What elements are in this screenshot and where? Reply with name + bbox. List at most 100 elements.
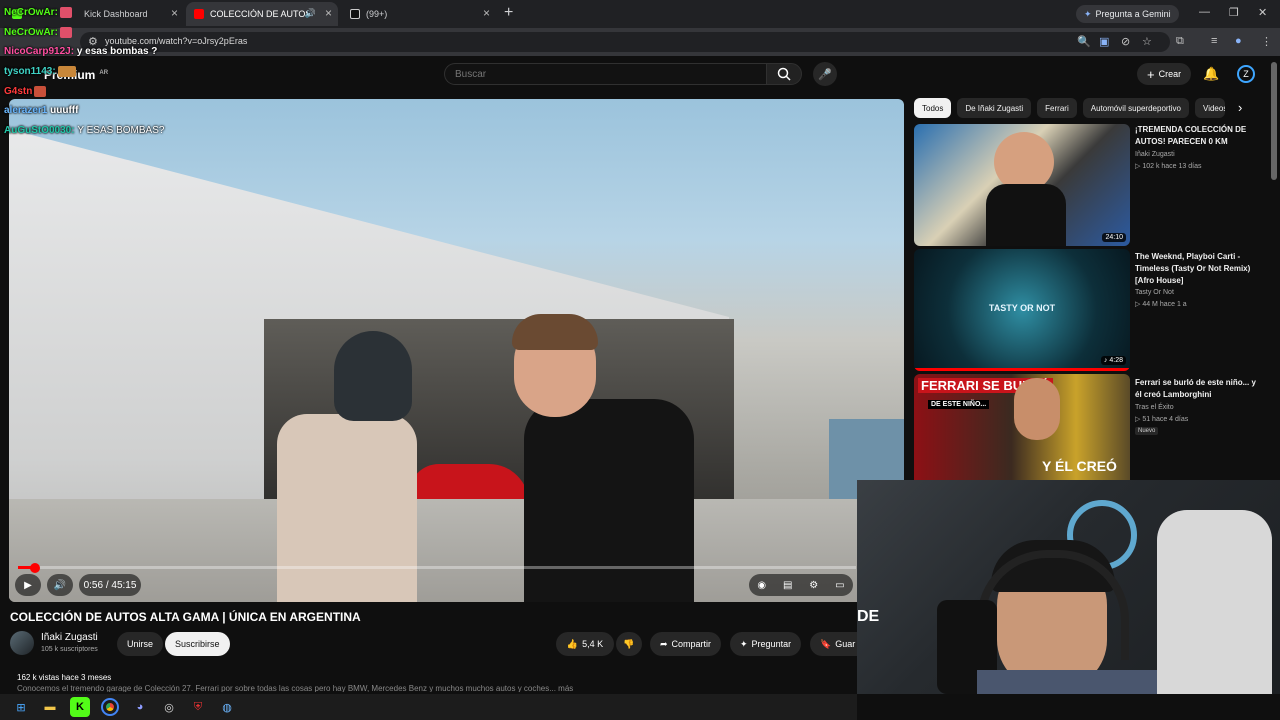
recommendation-thumbnail[interactable]: 24:10 [914,124,1130,246]
search-button[interactable] [766,63,802,85]
video-frame-person-helmet [277,414,417,602]
filter-chips: Todos De Iñaki Zugasti Ferrari Automóvil… [914,98,1226,118]
page-scrollbar[interactable] [1271,62,1277,180]
video-description[interactable]: Conocemos el tremendo garage de Colecció… [17,684,617,692]
chip-supercar[interactable]: Automóvil superdeportivo [1082,98,1190,118]
eye-off-icon[interactable]: ⊘ [1121,35,1130,48]
obs-icon[interactable]: ◎ [159,697,179,717]
view-count: 162 k vistas hace 3 meses [17,673,112,682]
close-icon[interactable]: × [483,6,490,20]
subtitles-icon[interactable]: ▤ [783,580,792,591]
notifications-bell-icon[interactable]: 🔔 [1203,66,1219,82]
tab-label: Kick Dashboard [84,9,148,19]
player-settings-group: ◉ ▤ ⚙ ▭ [749,574,853,596]
chat-text: Y ESAS BOMBAS? [77,125,165,136]
join-label: Unirse [127,639,154,649]
share-button[interactable]: ➦ Compartir [650,632,722,656]
chip-todos[interactable]: Todos [914,98,952,118]
recommendation-meta: ▷ 51 hace 4 días [1135,416,1189,423]
search-input[interactable] [444,63,766,85]
thumb-face [1014,378,1060,440]
maximize-button[interactable]: ❐ [1229,6,1239,19]
settings-gear-icon[interactable]: ⚙ [809,580,818,591]
channel-name[interactable]: Iñaki Zugasti [41,632,98,643]
webcam-overlay: DE [857,480,1280,694]
gemini-button[interactable]: ✦ Pregunta a Gemini [1076,5,1179,23]
thumbs-up-icon: 👍 [566,638,579,649]
tab-label: COLECCIÓN DE AUTOS ALTA [210,9,308,19]
thumbs-down-icon: 👎 [623,638,635,649]
subscriber-count: 105 k suscriptores [41,646,98,653]
discord-icon[interactable]: ◕ [130,697,150,717]
thumb-text: DE ESTE NIÑO... [928,400,990,409]
chip-videos[interactable]: Videos [1195,98,1226,118]
kick-app-icon[interactable]: K [70,697,90,717]
subscribe-button[interactable]: Suscribirse [165,632,230,656]
account-avatar[interactable]: Z [1237,65,1255,83]
recommendation-title[interactable]: ¡TREMENDA COLECCIÓN DE AUTOS! PARECEN 0 … [1135,124,1260,148]
thumb-face [994,132,1054,192]
url-text[interactable]: youtube.com/watch?v=oJrsy2pEras [105,36,247,46]
thumb-text: TASTY OR NOT [988,303,1056,313]
tab-youtube-video[interactable]: COLECCIÓN DE AUTOS ALTA 🔊 × [186,2,338,26]
channel-avatar[interactable] [10,631,34,655]
chat-username: AuGuStO0030: [4,125,75,136]
chip-ferrari[interactable]: Ferrari [1037,98,1077,118]
video-duration: 24:10 [1102,233,1126,242]
chat-message: tyson1143: [4,66,76,77]
recommendation-title[interactable]: Ferrari se burló de este niño... y él cr… [1135,377,1260,401]
file-explorer-icon[interactable]: ▬ [40,697,60,717]
profile-icon[interactable]: ● [1235,35,1242,47]
autoplay-toggle-icon[interactable]: ◉ [757,580,766,591]
miniplayer-icon[interactable]: ▭ [835,580,844,591]
extensions-icon[interactable]: ⧉ [1176,35,1184,48]
bookmark-icon: 🔖 [820,638,832,649]
chat-username: G4stn [4,86,33,98]
gemini-label: Pregunta a Gemini [1095,9,1171,19]
subscribe-label: Suscribirse [175,639,220,649]
shield-app-icon[interactable]: ⛨ [188,697,208,717]
close-icon[interactable]: × [325,6,332,20]
video-player[interactable] [9,99,904,602]
play-button[interactable]: ▶ [15,574,41,596]
recommendation-thumbnail[interactable]: FERRARI SE BURLÓ DE ESTE NIÑO... Y ÉL CR… [914,374,1130,480]
chrome-icon[interactable] [100,697,120,717]
like-button[interactable]: 👍 5,4 K [556,632,614,656]
scrubber-handle[interactable] [30,563,40,573]
windows-start-icon[interactable]: ⊞ [11,697,31,717]
voice-search-button[interactable]: 🎤 [813,62,837,86]
chat-username: alerazer1 [4,105,48,116]
steam-icon[interactable]: ◍ [217,697,237,717]
microphone-icon: 🎤 [818,68,832,81]
chip-channel[interactable]: De Iñaki Zugasti [957,98,1032,118]
meta-text: 44 M hace 1 a [1142,301,1187,308]
close-icon[interactable]: × [171,6,178,20]
new-tab-button[interactable]: + [504,4,513,22]
cast-icon[interactable]: ▣ [1099,35,1109,48]
create-button[interactable]: + Crear [1137,63,1192,85]
duration-text: 4:28 [1109,357,1123,364]
zoom-icon[interactable]: 🔍 [1077,35,1091,48]
bookmark-star-icon[interactable]: ☆ [1142,35,1152,48]
minimize-button[interactable]: — [1199,6,1210,18]
tab-tiktok[interactable]: (99+) × [342,2,496,26]
emote-icon [59,7,72,18]
volume-icon: 🔊 [53,579,67,591]
chevron-right-icon[interactable]: › [1238,100,1242,115]
more-menu-icon[interactable]: ⋮ [1261,35,1272,48]
dislike-button[interactable]: 👎 [616,632,642,656]
window-close-button[interactable]: ✕ [1258,6,1267,19]
join-button[interactable]: Unirse [117,632,164,656]
ask-button[interactable]: ✦ Preguntar [730,632,802,656]
progress-bar[interactable] [18,566,856,569]
recommendation-thumbnail[interactable]: TASTY OR NOT ♪ 4:28 [914,249,1130,371]
watched-bar [914,368,1130,371]
reading-list-icon[interactable]: ≡ [1211,35,1217,47]
recommendation-title[interactable]: The Weeknd, Playboi Carti - Timeless (Ta… [1135,251,1260,287]
time-display: 0:56 / 45:15 [79,574,141,596]
save-button[interactable]: 🔖 Guar [810,632,858,656]
speaker-icon[interactable]: 🔊 [305,8,316,19]
volume-button[interactable]: 🔊 [47,574,73,596]
youtube-icon [194,9,204,19]
video-frame-person-black-shirt [524,399,694,602]
